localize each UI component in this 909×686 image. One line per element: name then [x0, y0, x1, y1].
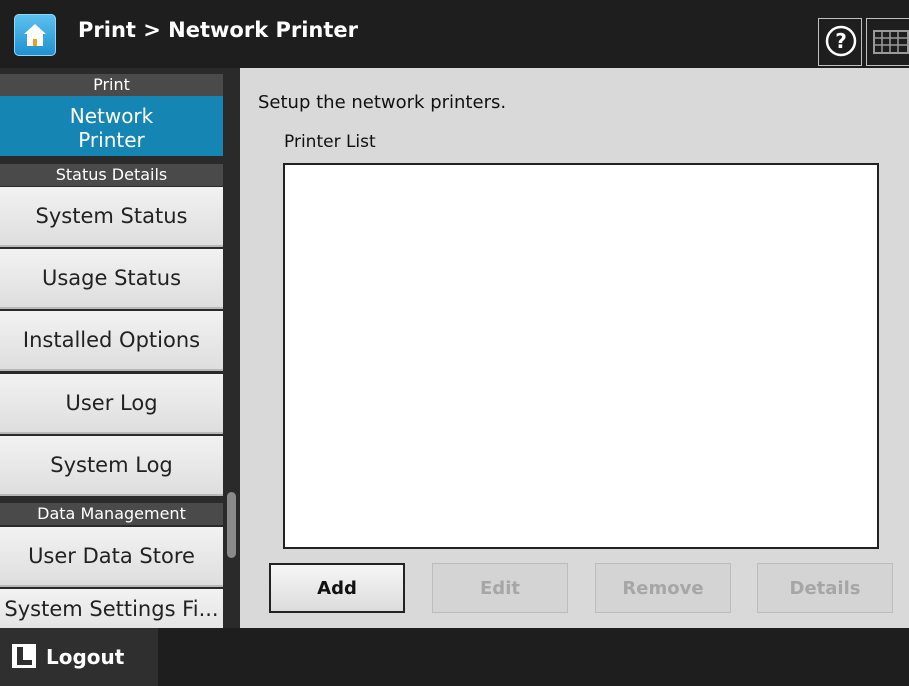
home-button[interactable]: [14, 14, 56, 56]
logout-icon: [12, 644, 36, 668]
help-button[interactable]: ?: [818, 18, 862, 66]
sidebar-header-data-management: Data Management: [0, 503, 223, 525]
main-panel: Setup the network printers. Printer List…: [240, 68, 909, 628]
home-icon: [24, 24, 46, 46]
sidebar-item-installed-options[interactable]: Installed Options: [0, 311, 223, 371]
sidebar-item-label: User Log: [65, 391, 158, 415]
sidebar-item-system-settings-file[interactable]: System Settings Fi...: [0, 589, 223, 628]
sidebar: Print Network Printer Status Details Sys…: [0, 68, 240, 628]
sidebar-item-label: System Status: [35, 204, 188, 228]
keyboard-icon: [873, 30, 909, 54]
logout-button[interactable]: Logout: [0, 628, 158, 686]
sidebar-item-label: Network Printer: [69, 104, 154, 152]
sidebar-item-system-status[interactable]: System Status: [0, 187, 223, 247]
add-button[interactable]: Add: [269, 563, 405, 613]
sidebar-item-label: System Settings Fi...: [4, 597, 219, 621]
sidebar-header-print: Print: [0, 74, 223, 96]
printer-list-label: Printer List: [284, 132, 376, 152]
remove-button[interactable]: Remove: [595, 563, 731, 613]
sidebar-item-label: Installed Options: [22, 328, 201, 352]
sidebar-item-system-log[interactable]: System Log: [0, 436, 223, 496]
sidebar-header-status: Status Details: [0, 164, 223, 186]
svg-text:?: ?: [835, 29, 847, 53]
help-icon: ?: [825, 25, 857, 57]
sidebar-item-label: Usage Status: [41, 266, 182, 290]
sidebar-item-user-log[interactable]: User Log: [0, 374, 223, 434]
bottom-bar: Logout: [0, 628, 909, 686]
details-button[interactable]: Details: [757, 563, 893, 613]
sidebar-item-user-data-store[interactable]: User Data Store: [0, 527, 223, 587]
sidebar-scrollbar[interactable]: [227, 492, 236, 558]
sidebar-item-label: System Log: [50, 453, 173, 477]
top-bar: Print > Network Printer ?: [0, 0, 909, 68]
keyboard-button[interactable]: [866, 18, 909, 66]
edit-button[interactable]: Edit: [432, 563, 568, 613]
page-description: Setup the network printers.: [258, 92, 507, 113]
logout-label: Logout: [46, 645, 125, 669]
sidebar-item-network-printer[interactable]: Network Printer: [0, 96, 223, 156]
printer-list[interactable]: [283, 163, 879, 549]
sidebar-item-label: User Data Store: [28, 544, 195, 568]
sidebar-item-usage-status[interactable]: Usage Status: [0, 249, 223, 309]
page-title: Print > Network Printer: [78, 18, 359, 42]
